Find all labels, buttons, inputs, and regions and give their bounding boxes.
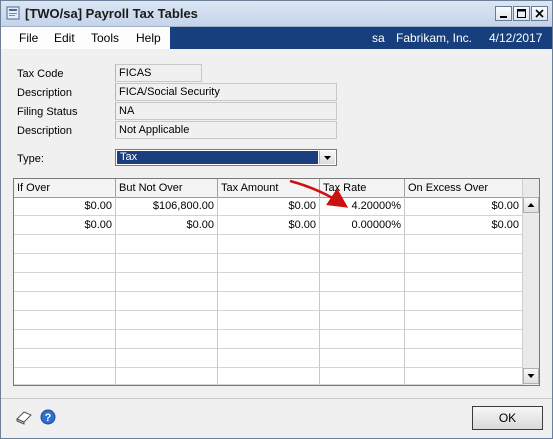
menu-help[interactable]: Help <box>136 31 161 45</box>
payroll-tax-tables-window: [TWO/sa] Payroll Tax Tables File Edit To… <box>0 0 553 439</box>
description-field: FICA/Social Security <box>115 83 337 101</box>
session-company: Fabrikam, Inc. <box>396 31 473 45</box>
cell-on-excess-over[interactable]: $0.00 <box>405 197 523 216</box>
minimize-button[interactable] <box>495 6 512 21</box>
filing-description-field: Not Applicable <box>115 121 337 139</box>
empty-row[interactable] <box>14 330 523 349</box>
footer-separator <box>1 398 552 399</box>
red-arrow-annotation <box>289 179 349 208</box>
chevron-down-icon <box>324 156 331 160</box>
vertical-scrollbar[interactable] <box>522 179 539 385</box>
empty-row[interactable] <box>14 254 523 273</box>
type-selected-value: Tax <box>117 151 318 164</box>
cell-if-over[interactable]: $0.00 <box>14 197 116 216</box>
tax-code-label: Tax Code <box>17 68 64 80</box>
empty-row[interactable] <box>14 235 523 254</box>
type-label: Type: <box>17 153 44 165</box>
filing-status-field: NA <box>115 102 337 120</box>
empty-row[interactable] <box>14 311 523 330</box>
cell-if-over[interactable]: $0.00 <box>14 216 116 235</box>
table-row[interactable]: $0.00 $0.00 $0.00 0.00000% $0.00 <box>14 216 523 235</box>
session-user: sa <box>372 31 385 45</box>
filing-description-label: Description <box>17 125 73 137</box>
minimize-icon <box>500 16 507 18</box>
empty-row[interactable] <box>14 273 523 292</box>
cell-on-excess-over[interactable]: $0.00 <box>405 216 523 235</box>
maximize-icon <box>517 9 526 18</box>
session-info: sa Fabrikam, Inc. 4/12/2017 <box>170 27 552 49</box>
ok-button[interactable]: OK <box>472 406 543 430</box>
close-button[interactable] <box>531 6 548 21</box>
scroll-up-button[interactable] <box>523 197 539 213</box>
empty-row[interactable] <box>14 292 523 311</box>
table-row[interactable]: $0.00 $106,800.00 $0.00 4.20000% $0.00 <box>14 197 523 216</box>
menu-edit[interactable]: Edit <box>54 31 75 45</box>
app-icon <box>6 6 20 20</box>
col-header-but-not-over[interactable]: But Not Over <box>116 179 218 197</box>
empty-row[interactable] <box>14 368 523 385</box>
title-bar[interactable]: [TWO/sa] Payroll Tax Tables <box>1 1 552 27</box>
close-icon <box>535 9 544 18</box>
grid-header: If Over But Not Over Tax Amount Tax Rate… <box>14 179 523 198</box>
tax-table-grid: If Over But Not Over Tax Amount Tax Rate… <box>13 178 540 386</box>
cell-tax-rate[interactable]: 0.00000% <box>320 216 405 235</box>
menu-tools[interactable]: Tools <box>91 31 119 45</box>
col-header-on-excess-over[interactable]: On Excess Over <box>405 179 523 197</box>
empty-row[interactable] <box>14 349 523 368</box>
cell-but-not-over[interactable]: $106,800.00 <box>116 197 218 216</box>
cell-tax-amount[interactable]: $0.00 <box>218 216 320 235</box>
tax-code-field: FICAS <box>115 64 202 82</box>
scroll-up-icon <box>527 203 535 207</box>
window-title: [TWO/sa] Payroll Tax Tables <box>25 6 198 21</box>
cell-but-not-over[interactable]: $0.00 <box>116 216 218 235</box>
type-dropdown[interactable]: Tax <box>115 149 337 166</box>
filing-status-label: Filing Status <box>17 106 78 118</box>
help-icon[interactable]: ? <box>40 409 56 425</box>
col-header-if-over[interactable]: If Over <box>14 179 116 197</box>
description-label: Description <box>17 87 73 99</box>
scroll-down-button[interactable] <box>523 368 539 384</box>
session-date: 4/12/2017 <box>489 31 543 45</box>
type-dropdown-button[interactable] <box>319 151 335 164</box>
menu-bar: File Edit Tools Help sa Fabrikam, Inc. 4… <box>1 27 552 49</box>
maximize-button[interactable] <box>513 6 530 21</box>
scroll-down-icon <box>527 374 535 378</box>
menu-file[interactable]: File <box>19 31 38 45</box>
svg-text:?: ? <box>45 412 52 424</box>
note-icon[interactable] <box>15 409 33 425</box>
